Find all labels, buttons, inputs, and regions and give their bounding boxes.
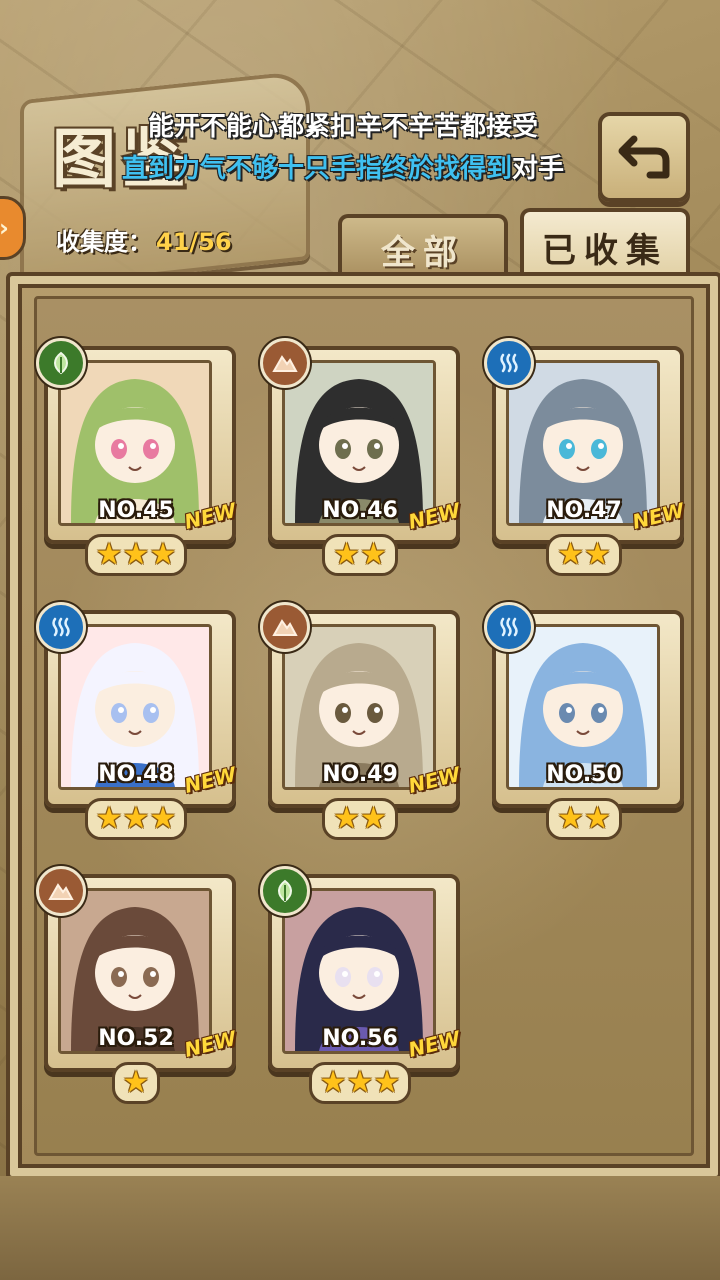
water-element-icon — [484, 338, 534, 388]
character-card[interactable]: NO.45 NEW ★★★ — [36, 338, 239, 576]
star-rating-plate: ★★★ — [84, 798, 188, 840]
earth-element-icon — [36, 866, 86, 916]
lyric-line-1: 能开不能心都紧扣辛不辛苦都接受 — [148, 112, 539, 142]
character-card[interactable]: NO.49 NEW ★★ — [260, 602, 463, 840]
star-icons: ★★ — [557, 537, 611, 572]
star-rating-plate: ★★ — [546, 534, 622, 576]
star-rating: ★★★ — [268, 1062, 452, 1104]
star-rating-plate: ★★★ — [308, 1062, 412, 1104]
wood-element-icon — [260, 866, 310, 916]
star-icons: ★★ — [333, 801, 387, 836]
character-card[interactable]: NO.47 NEW ★★ — [484, 338, 687, 576]
lyric-line-2: 直到力气不够十只手指终於找得到对手 — [122, 148, 564, 185]
tab-all[interactable]: 全部 — [338, 214, 508, 280]
star-icons: ★★★ — [319, 1065, 401, 1100]
wood-element-icon — [36, 338, 86, 388]
water-element-icon — [36, 602, 86, 652]
star-rating: ★★★ — [44, 798, 228, 840]
star-icons: ★★ — [557, 801, 611, 836]
star-icons: ★★★ — [95, 537, 177, 572]
star-icons: ★ — [122, 1065, 150, 1100]
earth-element-icon — [260, 338, 310, 388]
star-rating: ★★★ — [44, 534, 228, 576]
bottom-background — [0, 1176, 720, 1280]
star-icons: ★★ — [333, 537, 387, 572]
star-rating: ★★ — [268, 534, 452, 576]
character-card[interactable]: NO.52 NEW ★ — [36, 866, 239, 1104]
collection-label: 收集度： — [56, 228, 152, 256]
side-expand-arrow-icon[interactable]: › — [0, 196, 26, 260]
earth-element-icon — [260, 602, 310, 652]
collection-value: 41/56 — [156, 228, 232, 256]
star-rating-plate: ★★ — [322, 534, 398, 576]
water-element-icon — [484, 602, 534, 652]
lyric-line-2-white: 对手 — [512, 154, 565, 184]
card-number: NO.50 — [546, 762, 622, 787]
star-rating-plate: ★★★ — [84, 534, 188, 576]
star-rating: ★★ — [492, 534, 676, 576]
character-card[interactable]: NO.46 NEW ★★ — [260, 338, 463, 576]
return-arrow-icon — [618, 135, 670, 179]
character-card[interactable]: NO.56 NEW ★★★ — [260, 866, 463, 1104]
star-rating: ★★ — [492, 798, 676, 840]
tab-collected[interactable]: 已收集 — [520, 208, 690, 282]
star-rating-plate: ★ — [111, 1062, 161, 1104]
star-rating: ★ — [44, 1062, 228, 1104]
star-rating-plate: ★★ — [322, 798, 398, 840]
star-icons: ★★★ — [95, 801, 177, 836]
collection-progress: 收集度： 41/56 — [56, 222, 232, 257]
character-card[interactable]: NO.48 NEW ★★★ — [36, 602, 239, 840]
lyric-line-2-blue: 直到力气不够十只手指终於找得到 — [122, 154, 513, 184]
character-card[interactable]: NO.50 ★★ — [484, 602, 684, 840]
back-button[interactable] — [598, 112, 690, 202]
star-rating: ★★ — [268, 798, 452, 840]
star-rating-plate: ★★ — [546, 798, 622, 840]
